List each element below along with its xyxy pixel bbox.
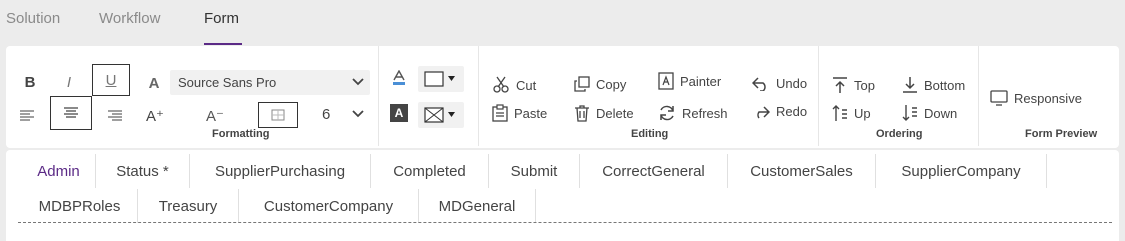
undo-button[interactable]: Undo (752, 76, 807, 91)
painter-button[interactable]: Painter (658, 72, 721, 90)
refresh-label: Refresh (682, 105, 728, 121)
tab-solution[interactable]: Solution (6, 10, 60, 27)
align-left-icon[interactable] (18, 106, 38, 126)
copy-label: Copy (596, 76, 627, 92)
responsive-button[interactable]: Responsive (990, 90, 1082, 106)
move-up-icon (832, 105, 847, 121)
shrink-font-button[interactable]: A⁻ (204, 106, 226, 126)
cut-button[interactable]: Cut (492, 76, 536, 94)
paste-label: Paste (514, 105, 548, 121)
form-canvas-boundary (18, 222, 1112, 223)
font-color-icon[interactable] (390, 68, 408, 88)
background-color-icon[interactable]: A (390, 104, 408, 122)
form-tab-correctgeneral[interactable]: CorrectGeneral (580, 154, 728, 188)
form-tab-supplierpurchasing[interactable]: SupplierPurchasing (190, 154, 371, 188)
tab-form[interactable]: Form (204, 10, 239, 27)
redo-button[interactable]: Redo (752, 104, 807, 119)
move-down-icon (902, 105, 917, 121)
tab-workflow[interactable]: Workflow (99, 10, 160, 27)
grow-font-button[interactable]: A⁺ (144, 106, 166, 126)
active-tab-indicator (204, 43, 242, 45)
chevron-down-icon (352, 110, 364, 118)
font-family-value: Source Sans Pro (178, 75, 277, 90)
trash-icon (575, 105, 589, 122)
top-label: Top (854, 77, 875, 93)
form-tab-mdgeneral[interactable]: MDGeneral (419, 189, 536, 223)
move-bottom-icon (903, 77, 917, 93)
copy-button[interactable]: Copy (574, 76, 626, 92)
form-preview-group-label: Form Preview (1025, 128, 1098, 140)
responsive-label: Responsive (1014, 90, 1082, 106)
form-tabs-panel: Admin Status * SupplierPurchasing Comple… (6, 150, 1119, 241)
bottom-label: Bottom (924, 77, 966, 93)
form-tab-mdbproles[interactable]: MDBPRoles (22, 189, 138, 223)
cut-label: Cut (516, 77, 537, 93)
divider (378, 46, 379, 146)
font-color-a-icon: A (148, 74, 160, 92)
undo-label: Undo (776, 76, 808, 91)
top-navigation: Solution Workflow Form (0, 0, 1125, 46)
italic-button[interactable]: I (59, 72, 79, 92)
redo-label: Redo (776, 104, 808, 119)
monitor-icon (990, 90, 1008, 106)
redo-icon (757, 105, 770, 118)
paste-button[interactable]: Paste (492, 104, 547, 122)
divider (818, 46, 819, 146)
down-label: Down (924, 105, 958, 121)
font-family-select[interactable]: Source Sans Pro (170, 70, 370, 95)
ribbon-toolbar: B I U A Source Sans Pro A⁺ A⁻ 6 Formatti… (6, 46, 1119, 148)
font-color-dropdown[interactable] (418, 66, 464, 92)
borders-icon[interactable] (258, 102, 298, 128)
bold-button[interactable]: B (20, 72, 40, 92)
move-bottom-button[interactable]: Bottom (902, 76, 965, 94)
font-size-value: 6 (322, 105, 331, 123)
painter-label: Painter (680, 73, 722, 89)
paste-icon (492, 104, 508, 122)
form-tab-customersales[interactable]: CustomerSales (728, 154, 876, 188)
up-label: Up (854, 105, 871, 121)
form-tab-completed[interactable]: Completed (371, 154, 489, 188)
move-up-button[interactable]: Up (832, 104, 871, 122)
form-tab-submit[interactable]: Submit (489, 154, 580, 188)
form-tab-suppliercompany[interactable]: SupplierCompany (876, 154, 1047, 188)
move-down-button[interactable]: Down (902, 104, 957, 122)
ordering-group-label: Ordering (876, 128, 923, 140)
form-tab-admin[interactable]: Admin (22, 154, 96, 188)
formatting-group-label: Formatting (212, 128, 270, 140)
divider (978, 46, 979, 146)
font-size-select[interactable]: 6 (316, 100, 370, 128)
editing-group-label: Editing (631, 128, 669, 140)
form-tab-status[interactable]: Status * (96, 154, 190, 188)
underline-button[interactable]: U (92, 64, 130, 96)
copy-icon (574, 76, 590, 92)
move-top-button[interactable]: Top (832, 76, 875, 94)
align-right-icon[interactable] (104, 106, 124, 126)
background-color-dropdown[interactable] (418, 102, 464, 128)
painter-icon (658, 72, 674, 90)
form-tab-treasury[interactable]: Treasury (138, 189, 239, 223)
delete-button[interactable]: Delete (574, 104, 634, 122)
refresh-button[interactable]: Refresh (658, 104, 728, 122)
move-top-icon (833, 77, 847, 93)
undo-icon (752, 76, 766, 91)
chevron-down-icon (352, 78, 364, 86)
scissors-icon (493, 76, 509, 93)
form-tab-customercompany[interactable]: CustomerCompany (239, 189, 419, 223)
align-center-icon[interactable] (50, 96, 92, 130)
divider (478, 46, 479, 146)
refresh-icon (660, 105, 674, 121)
delete-label: Delete (596, 105, 634, 121)
